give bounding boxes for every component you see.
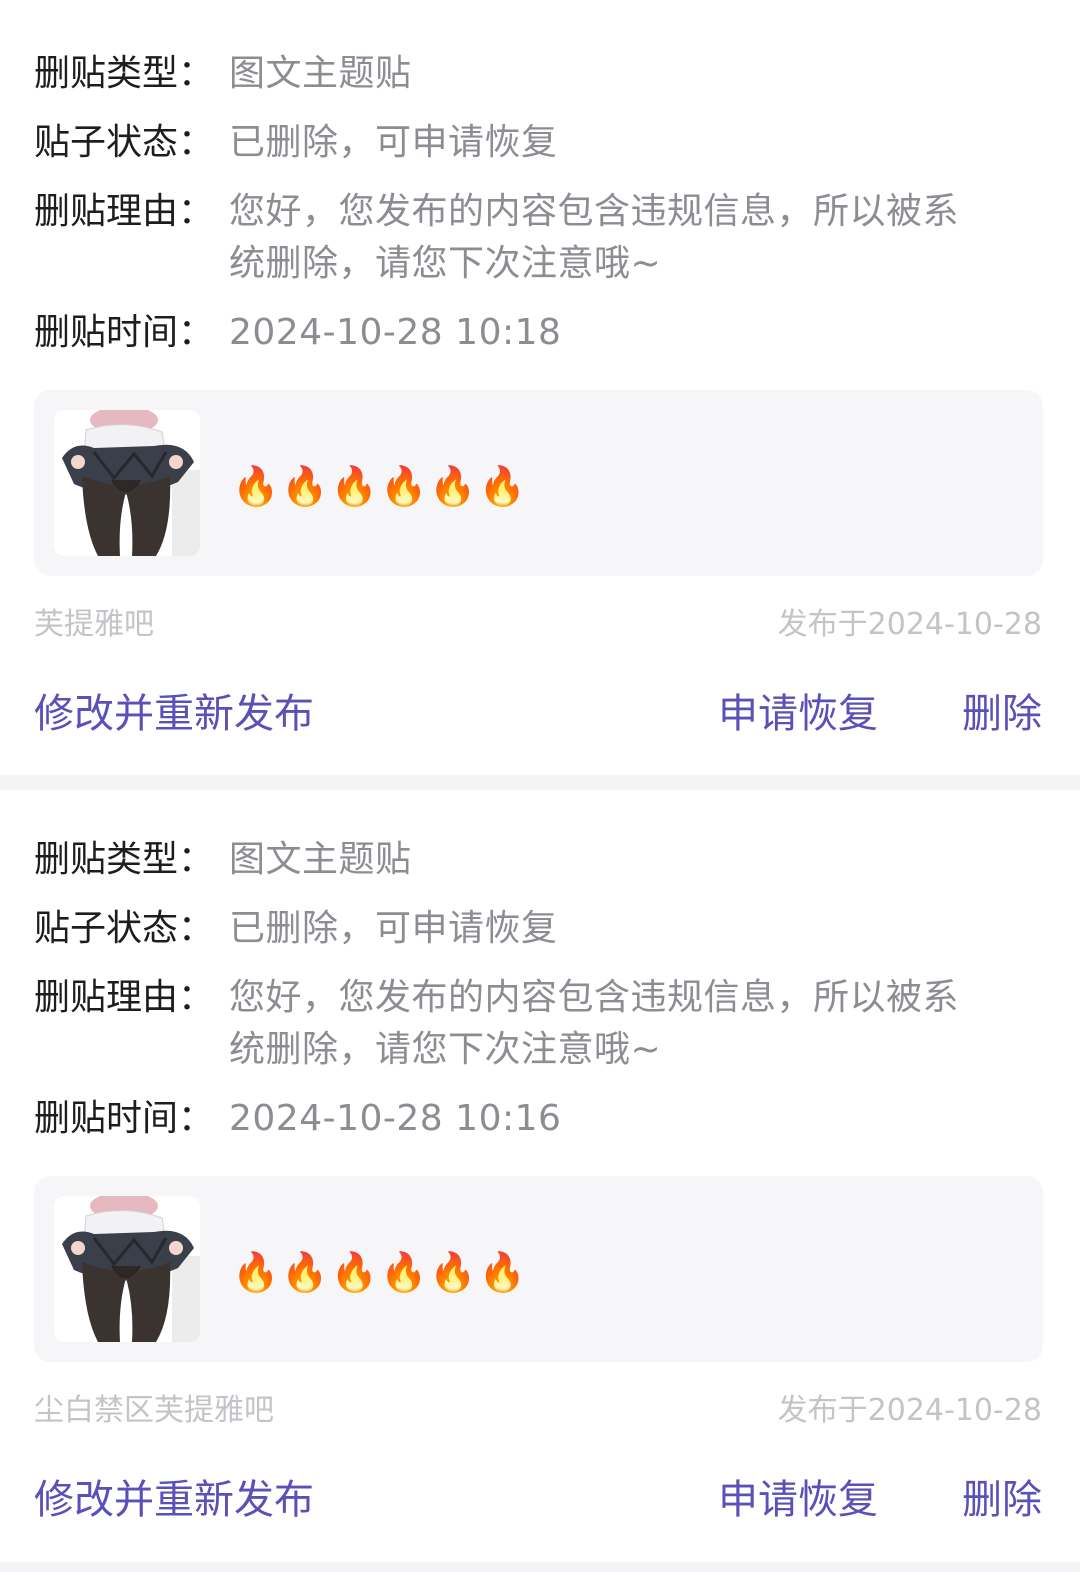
- anime-girl-thumbnail-icon: [54, 1196, 200, 1342]
- delete-button[interactable]: 删除: [962, 1472, 1042, 1528]
- post-status-label: 贴子状态：: [34, 122, 215, 163]
- delete-reason-row: 删贴理由： 您好，您发布的内容包含违规信息，所以被系统删除，请您下次注意哦~: [34, 972, 1014, 1076]
- edit-republish-button[interactable]: 修改并重新发布: [34, 686, 314, 742]
- post-status-label: 贴子状态：: [34, 908, 215, 949]
- delete-type-value: 图文主题贴: [229, 839, 412, 880]
- delete-reason-row: 删贴理由： 您好，您发布的内容包含违规信息，所以被系统删除，请您下次注意哦~: [34, 186, 1014, 290]
- delete-reason-value: 您好，您发布的内容包含违规信息，所以被系统删除，请您下次注意哦~: [229, 977, 960, 1070]
- delete-type-row: 删贴类型： 图文主题贴: [34, 48, 1014, 100]
- anime-girl-thumbnail-icon: [54, 410, 200, 556]
- delete-time-row: 删贴时间： 2024-10-28 10:18: [34, 307, 1014, 359]
- post-status-value: 已删除，可申请恢复: [229, 908, 558, 949]
- delete-time-label: 删贴时间：: [34, 312, 215, 353]
- publish-date: 发布于2024-10-28: [777, 1393, 1042, 1428]
- forum-name[interactable]: 芙提雅吧: [34, 605, 154, 645]
- delete-time-value: 2024-10-28 10:18: [229, 312, 562, 353]
- post-preview[interactable]: 🔥🔥🔥🔥🔥🔥: [34, 390, 1043, 576]
- delete-reason-label: 删贴理由：: [34, 191, 215, 232]
- delete-type-row: 删贴类型： 图文主题贴: [34, 834, 1014, 886]
- apply-restore-button[interactable]: 申请恢复: [718, 1472, 878, 1528]
- deleted-post-card: 删贴类型： 图文主题贴 贴子状态： 已删除，可申请恢复 删贴理由： 您好，您发布…: [0, 790, 1080, 1562]
- forum-name[interactable]: 尘白禁区芙提雅吧: [34, 1391, 274, 1431]
- post-content: 🔥🔥🔥🔥🔥🔥: [232, 1250, 528, 1294]
- post-status-row: 贴子状态： 已删除，可申请恢复: [34, 117, 1014, 169]
- edit-republish-button[interactable]: 修改并重新发布: [34, 1472, 314, 1528]
- delete-button[interactable]: 删除: [962, 686, 1042, 742]
- delete-type-value: 图文主题贴: [229, 53, 412, 94]
- deleted-post-card: 删贴类型： 图文主题贴 贴子状态： 已删除，可申请恢复 删贴理由： 您好，您发布…: [0, 0, 1080, 775]
- publish-date: 发布于2024-10-28: [777, 607, 1042, 642]
- delete-type-label: 删贴类型：: [34, 839, 215, 880]
- apply-restore-button[interactable]: 申请恢复: [718, 686, 878, 742]
- card-divider: [0, 1562, 1080, 1572]
- delete-time-row: 删贴时间： 2024-10-28 10:16: [34, 1093, 1014, 1145]
- delete-time-label: 删贴时间：: [34, 1098, 215, 1139]
- post-status-row: 贴子状态： 已删除，可申请恢复: [34, 903, 1014, 955]
- post-content: 🔥🔥🔥🔥🔥🔥: [232, 464, 528, 508]
- delete-reason-value: 您好，您发布的内容包含违规信息，所以被系统删除，请您下次注意哦~: [229, 191, 960, 284]
- delete-time-value: 2024-10-28 10:16: [229, 1098, 562, 1139]
- delete-type-label: 删贴类型：: [34, 53, 215, 94]
- post-status-value: 已删除，可申请恢复: [229, 122, 558, 163]
- post-preview[interactable]: 🔥🔥🔥🔥🔥🔥: [34, 1176, 1043, 1362]
- delete-reason-label: 删贴理由：: [34, 977, 215, 1018]
- card-divider: [0, 775, 1080, 790]
